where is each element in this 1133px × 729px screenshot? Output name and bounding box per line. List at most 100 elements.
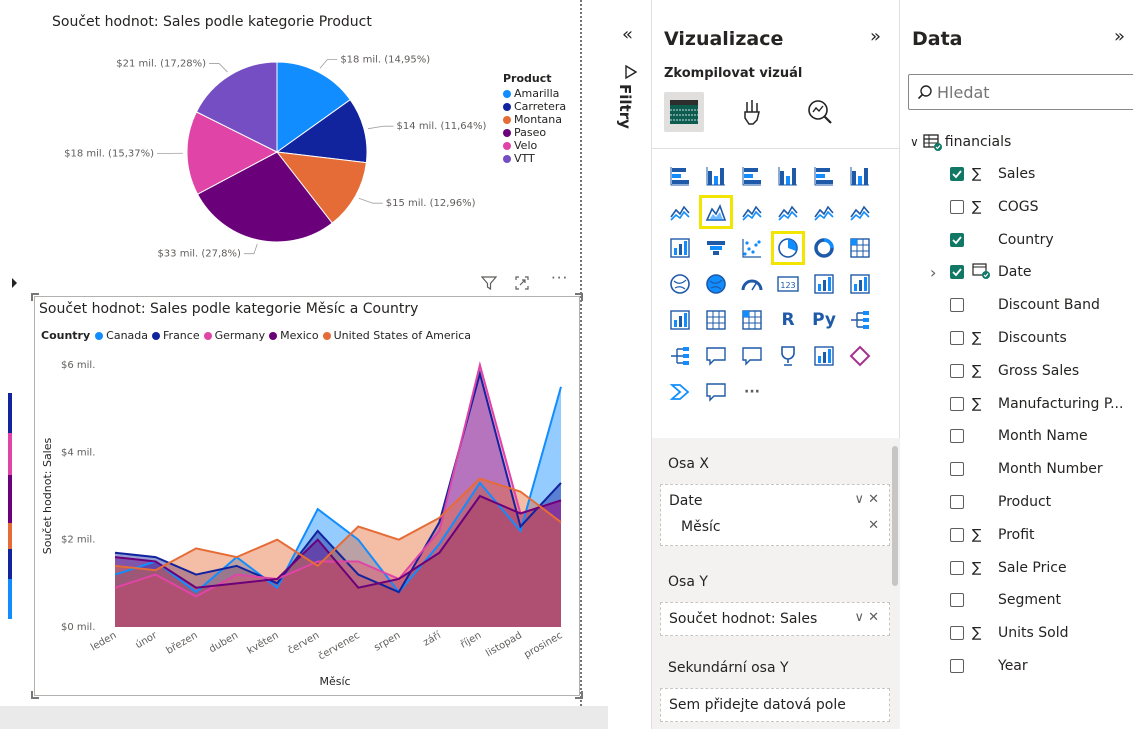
y-field-pill[interactable]: Součet hodnot: Sales ∨ ✕	[665, 607, 885, 631]
table-icon[interactable]	[702, 306, 730, 334]
100-column-icon[interactable]	[846, 162, 874, 190]
multirow-card-icon[interactable]	[810, 270, 838, 298]
field-checkbox[interactable]	[950, 331, 964, 345]
gauge-icon[interactable]	[738, 270, 766, 298]
scatter-icon[interactable]	[738, 234, 766, 262]
field-row-sale-price[interactable]: ∑ Sale Price	[950, 554, 1067, 582]
resize-handle[interactable]	[31, 293, 39, 301]
field-row-sales[interactable]: ∑ Sales	[950, 160, 1035, 188]
field-row-discounts[interactable]: ∑ Discounts	[950, 324, 1067, 352]
narrative-icon[interactable]	[738, 342, 766, 370]
funnel-icon[interactable]	[702, 234, 730, 262]
field-row-year[interactable]: Year	[950, 652, 1028, 680]
close-icon[interactable]: ✕	[868, 610, 879, 625]
scrollbar[interactable]	[892, 446, 898, 586]
report-canvas[interactable]: Součet hodnot: Sales podle kategorie Pro…	[0, 0, 608, 729]
legend-item[interactable]: Carretera	[503, 100, 566, 113]
field-checkbox[interactable]	[950, 593, 964, 608]
filters-pane[interactable]: « Filtry	[608, 0, 652, 729]
field-row-discount-band[interactable]: Discount Band	[950, 291, 1100, 319]
filled-map-icon[interactable]	[702, 270, 730, 298]
kpi-icon[interactable]	[846, 270, 874, 298]
chevron-down-icon[interactable]: ∨	[910, 135, 919, 149]
focus-mode-icon[interactable]	[514, 275, 530, 291]
pie-chart[interactable]: $18 mil. (14,95%) $14 mil. (11,64%) $15 mi…	[0, 0, 580, 270]
x-axis-well[interactable]: Date ∨ ✕ Měsíc ✕	[660, 484, 890, 546]
analytics-tab[interactable]	[800, 92, 840, 132]
legend-item[interactable]: Montana	[503, 113, 566, 126]
chevron-down-icon[interactable]: ∨	[854, 610, 864, 625]
format-visual-tab[interactable]	[732, 92, 772, 132]
legend-item[interactable]: Amarilla	[503, 87, 566, 100]
secondary-y-well[interactable]: Sem přidejte datová pole	[660, 688, 890, 722]
slicer-icon[interactable]	[666, 306, 694, 334]
qa-icon[interactable]	[702, 342, 730, 370]
build-visual-tab[interactable]	[664, 92, 704, 132]
pie-chart-icon[interactable]	[771, 231, 805, 265]
field-checkbox[interactable]	[950, 495, 964, 509]
field-row-country[interactable]: Country	[950, 226, 1054, 254]
field-checkbox[interactable]	[950, 199, 964, 214]
field-checkbox[interactable]	[950, 363, 964, 378]
field-row-gross-sales[interactable]: ∑ Gross Sales	[950, 357, 1079, 385]
field-row-manufacturing-p[interactable]: ∑ Manufacturing P...	[950, 390, 1123, 418]
table-node-financials[interactable]: ∨ financials	[910, 130, 1011, 154]
area-chart-icon[interactable]	[699, 195, 733, 229]
field-checkbox[interactable]	[950, 265, 964, 280]
goals-icon[interactable]	[774, 342, 802, 370]
close-icon[interactable]: ✕	[868, 518, 879, 533]
clustered-column-icon[interactable]	[774, 162, 802, 190]
close-icon[interactable]: ✕	[868, 492, 879, 507]
field-checkbox[interactable]	[950, 462, 964, 477]
expand-right-icon[interactable]: »	[1114, 26, 1125, 47]
field-row-profit[interactable]: ∑ Profit	[950, 521, 1035, 549]
field-checkbox[interactable]	[950, 560, 964, 575]
clustered-bar-icon[interactable]	[738, 162, 766, 190]
donut-icon[interactable]	[810, 234, 838, 262]
resize-handle[interactable]	[31, 691, 39, 699]
field-row-segment[interactable]: Segment	[950, 586, 1061, 614]
expand-right-icon[interactable]: »	[870, 26, 881, 47]
legend-item[interactable]: Velo	[503, 139, 566, 152]
field-checkbox[interactable]	[950, 626, 964, 641]
x-subfield-pill[interactable]: Měsíc ✕	[665, 515, 885, 539]
field-checkbox[interactable]	[950, 396, 964, 411]
field-row-date[interactable]: › Date	[930, 258, 1031, 286]
field-row-cogs[interactable]: ∑ COGS	[950, 193, 1039, 221]
search-box[interactable]	[908, 74, 1133, 110]
expand-arrow-icon[interactable]	[12, 278, 17, 288]
waterfall-icon[interactable]	[666, 234, 694, 262]
legend-item[interactable]: VTT	[503, 152, 566, 165]
area-chart[interactable]: $0 mil. $2 mil. $4 mil. $6 mil. Součet hodno…	[35, 325, 579, 695]
chevron-down-icon[interactable]: ∨	[854, 492, 864, 507]
area-chart-visual[interactable]: Součet hodnot: Sales podle kategorie Měs…	[31, 293, 583, 699]
field-checkbox[interactable]	[950, 527, 964, 542]
search-input[interactable]	[937, 81, 1127, 103]
decomposition-tree-icon[interactable]	[666, 342, 694, 370]
data-pane[interactable]: Data » ∨ financials ∑ Sales ∑ COGS Country › D…	[900, 0, 1133, 729]
100-bar-icon[interactable]	[810, 162, 838, 190]
line-chart-icon[interactable]	[666, 198, 694, 226]
python-visual-icon[interactable]: Py	[810, 306, 838, 334]
legend-item[interactable]: Paseo	[503, 126, 566, 139]
field-checkbox[interactable]	[950, 232, 964, 247]
stacked-column-icon[interactable]	[702, 162, 730, 190]
collapse-left-icon[interactable]: «	[622, 24, 633, 45]
pill-actions[interactable]: ∨ ✕	[854, 610, 879, 625]
stacked-area-icon[interactable]	[738, 198, 766, 226]
field-checkbox[interactable]	[950, 298, 964, 313]
field-row-month-number[interactable]: Month Number	[950, 455, 1103, 483]
power-apps-icon[interactable]	[846, 342, 874, 370]
more-visuals-icon[interactable]: ···	[738, 378, 766, 406]
stacked-bar-icon[interactable]	[666, 162, 694, 190]
field-row-month-name[interactable]: Month Name	[950, 422, 1088, 450]
map-icon[interactable]	[666, 270, 694, 298]
treemap-icon[interactable]	[846, 234, 874, 262]
y-axis-well[interactable]: Součet hodnot: Sales ∨ ✕	[660, 602, 890, 636]
chevron-right-icon[interactable]: ›	[930, 263, 936, 282]
line-clustered-icon[interactable]	[810, 198, 838, 226]
field-row-product[interactable]: Product	[950, 488, 1051, 516]
x-field-pill[interactable]: Date ∨ ✕	[665, 489, 885, 513]
field-checkbox[interactable]	[950, 167, 964, 181]
matrix-icon[interactable]	[738, 306, 766, 334]
